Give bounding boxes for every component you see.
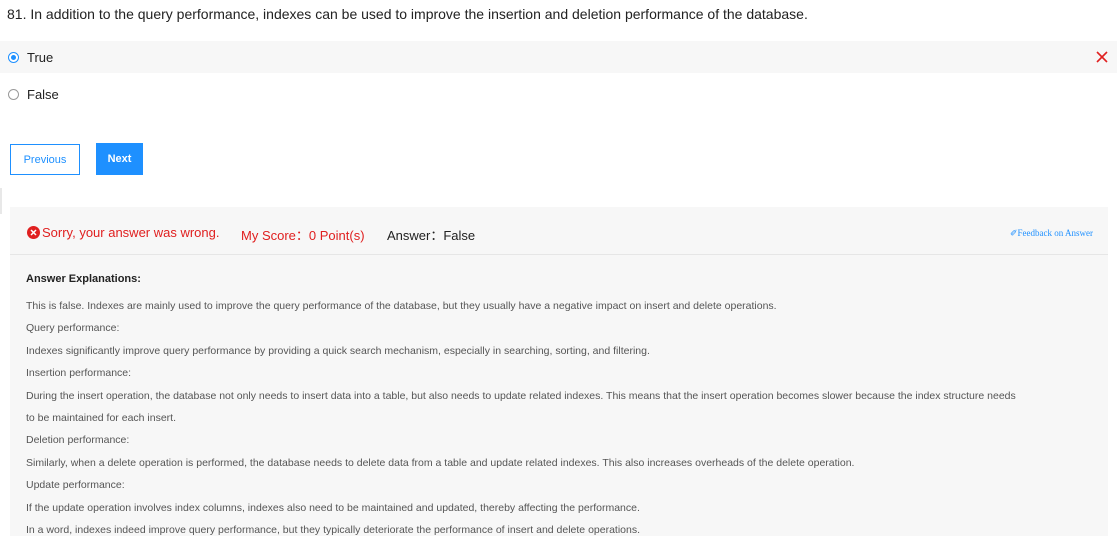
radio-button[interactable] bbox=[8, 88, 19, 100]
option-false[interactable]: False bbox=[0, 78, 1117, 110]
explanation-line: Similarly, when a delete operation is pe… bbox=[26, 456, 855, 469]
explanation-line: to be maintained for each insert. bbox=[26, 412, 177, 425]
radio-button-checked[interactable] bbox=[8, 51, 19, 63]
previous-button[interactable]: Previous bbox=[10, 144, 80, 175]
feedback-link[interactable]: ✐Feedback on Answer bbox=[1010, 228, 1093, 239]
score-text: My Score：0 Point(s) bbox=[241, 228, 365, 243]
option-true[interactable]: True bbox=[0, 41, 1117, 73]
explanation-line: Indexes significantly improve query perf… bbox=[26, 344, 650, 357]
close-icon bbox=[1095, 50, 1109, 64]
divider bbox=[0, 188, 2, 214]
explanation-line: If the update operation involves index c… bbox=[26, 501, 640, 514]
explanation-line: This is false. Indexes are mainly used t… bbox=[26, 300, 777, 312]
next-button[interactable]: Next bbox=[96, 143, 143, 175]
explanation-line: Query performance: bbox=[26, 322, 120, 335]
result-header: Sorry, your answer was wrong. My Score：0… bbox=[10, 207, 1108, 255]
explanation-line: In a word, indexes indeed improve query … bbox=[26, 524, 641, 537]
explanation-line: Update performance: bbox=[26, 479, 125, 492]
explanation-title: Answer Explanations: bbox=[26, 273, 141, 285]
explanation-line: Deletion performance: bbox=[26, 434, 130, 447]
option-label: False bbox=[27, 86, 59, 102]
wrong-answer-icon bbox=[27, 226, 40, 239]
answer-explanations: Answer Explanations: This is false. Inde… bbox=[26, 273, 1096, 541]
result-panel: Sorry, your answer was wrong. My Score：0… bbox=[10, 207, 1108, 536]
question-text: 81. In addition to the query performance… bbox=[7, 6, 808, 22]
explanation-line: During the insert operation, the databas… bbox=[26, 389, 1016, 402]
option-label: True bbox=[27, 49, 54, 65]
explanation-line: Insertion performance: bbox=[26, 367, 132, 380]
correct-answer-text: Answer：False bbox=[387, 228, 476, 243]
status-message: Sorry, your answer was wrong. bbox=[42, 225, 220, 240]
